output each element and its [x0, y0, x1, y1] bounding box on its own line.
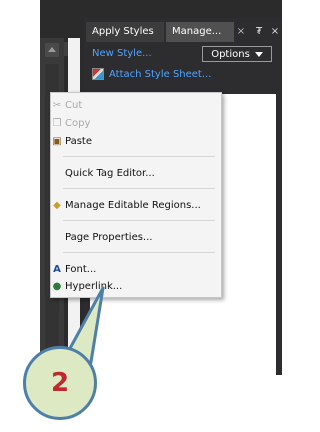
step-number: 2: [50, 368, 70, 398]
step-callout-badge: 2: [23, 346, 97, 420]
